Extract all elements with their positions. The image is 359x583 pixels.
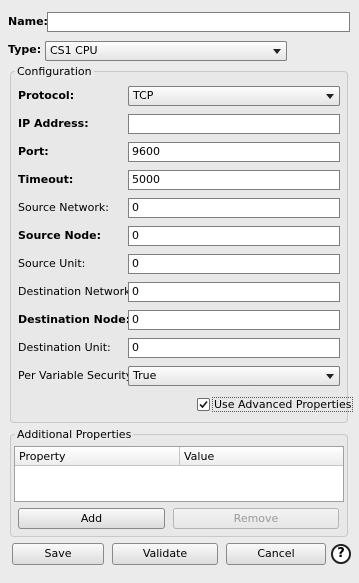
name-input[interactable]: [47, 12, 350, 32]
validate-button[interactable]: Validate: [112, 543, 218, 565]
value-column-header[interactable]: Value: [180, 447, 343, 466]
type-select[interactable]: CS1 CPU: [45, 41, 287, 61]
per-variable-security-value: True: [133, 369, 157, 382]
port-label: Port:: [18, 145, 49, 158]
port-input[interactable]: 9600: [128, 142, 340, 162]
configuration-title: Configuration: [15, 65, 94, 78]
destination-network-label: Destination Network:: [18, 285, 135, 298]
chevron-down-icon: [326, 374, 334, 379]
use-advanced-properties-checkbox[interactable]: [197, 398, 210, 411]
protocol-select-value: TCP: [133, 89, 154, 102]
per-variable-security-select[interactable]: True: [128, 366, 340, 386]
add-button[interactable]: Add: [18, 508, 165, 529]
per-variable-security-label: Per Variable Security:: [18, 369, 136, 382]
destination-network-input[interactable]: 0: [128, 282, 340, 302]
remove-button[interactable]: Remove: [173, 508, 339, 529]
checkmark-icon: [199, 400, 208, 409]
ip-address-label: IP Address:: [18, 117, 89, 130]
property-column-header[interactable]: Property: [15, 447, 180, 466]
destination-unit-label: Destination Unit:: [18, 341, 111, 354]
properties-table[interactable]: Property Value: [14, 446, 344, 502]
chevron-down-icon: [273, 49, 281, 54]
timeout-input[interactable]: 5000: [128, 170, 340, 190]
type-label: Type:: [8, 43, 42, 56]
source-network-input[interactable]: 0: [128, 198, 340, 218]
timeout-label: Timeout:: [18, 173, 74, 186]
source-network-label: Source Network:: [18, 201, 109, 214]
source-unit-input[interactable]: 0: [128, 254, 340, 274]
source-node-label: Source Node:: [18, 229, 102, 242]
destination-unit-input[interactable]: 0: [128, 338, 340, 358]
source-node-input[interactable]: 0: [128, 226, 340, 246]
protocol-select[interactable]: TCP: [128, 86, 340, 106]
type-select-value: CS1 CPU: [50, 44, 98, 57]
help-icon[interactable]: ?: [331, 544, 351, 564]
protocol-label: Protocol:: [18, 89, 75, 102]
save-button[interactable]: Save: [12, 543, 104, 565]
destination-node-input[interactable]: 0: [128, 310, 340, 330]
name-label: Name:: [8, 15, 48, 28]
additional-properties-title: Additional Properties: [15, 428, 134, 441]
source-unit-label: Source Unit:: [18, 257, 86, 270]
cancel-button[interactable]: Cancel: [226, 543, 326, 565]
ip-address-input[interactable]: [128, 114, 340, 134]
chevron-down-icon: [326, 94, 334, 99]
destination-node-label: Destination Node:: [18, 313, 131, 326]
use-advanced-properties-label[interactable]: Use Advanced Properties: [212, 397, 354, 412]
